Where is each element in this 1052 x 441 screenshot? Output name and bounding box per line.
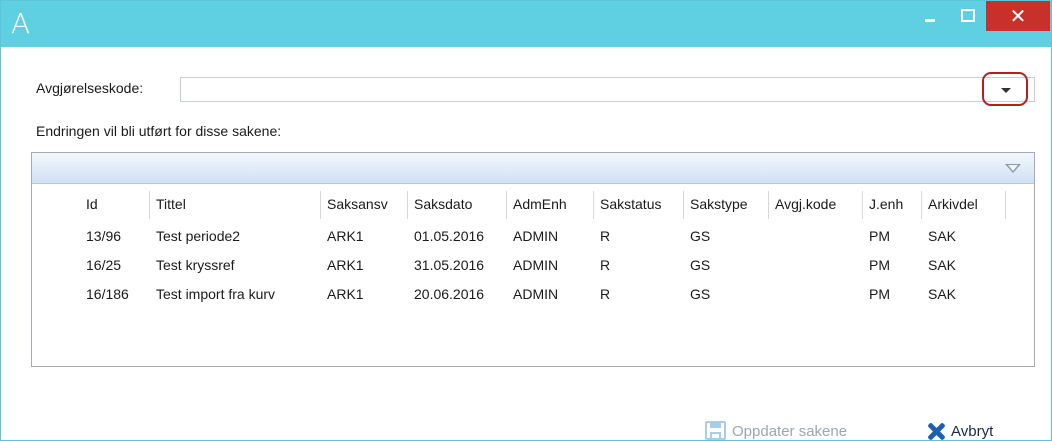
cancel-label: Avbryt <box>951 423 994 440</box>
grid-group-header <box>32 153 1034 184</box>
cell-owner: ARK1 <box>327 257 364 273</box>
cases-grid: Id Tittel Saksansv Saksdato AdmEnh Sakst… <box>31 152 1035 367</box>
maximize-button[interactable] <box>953 1 981 31</box>
column-header-status[interactable]: Sakstatus <box>594 191 684 219</box>
cell-title: Test kryssref <box>156 257 235 273</box>
column-header-j-unit[interactable]: J.enh <box>863 191 922 219</box>
cell-j-unit: PM <box>869 257 890 273</box>
cell-type: GS <box>690 286 711 302</box>
column-header-label: Avgj.kode <box>775 196 837 212</box>
column-header-decision-code[interactable]: Avgj.kode <box>769 191 863 219</box>
cell-archive: SAK <box>928 228 957 244</box>
cell-type: GS <box>690 257 711 273</box>
minimize-button[interactable] <box>916 1 944 31</box>
cell-j-unit: PM <box>869 286 890 302</box>
cell-owner: ARK1 <box>327 286 364 302</box>
column-header-label: Arkivdel <box>928 196 978 212</box>
column-header-adm-unit[interactable]: AdmEnh <box>507 191 594 219</box>
column-header-label: J.enh <box>869 196 904 212</box>
close-x-icon <box>927 422 945 440</box>
decision-code-combobox[interactable] <box>180 77 1035 102</box>
update-cases-label: Oppdater sakene <box>732 423 848 440</box>
cell-date: 31.05.2016 <box>414 257 485 273</box>
title-bar[interactable]: A ✕ <box>1 1 1051 47</box>
column-header-label: Saksansv <box>327 196 388 212</box>
cell-date: 01.05.2016 <box>414 228 485 244</box>
cell-adm-unit: ADMIN <box>513 228 559 244</box>
cell-status: R <box>600 257 611 273</box>
close-button[interactable]: ✕ <box>986 1 1050 31</box>
cell-title: Test periode2 <box>156 228 241 244</box>
dropdown-arrow-button[interactable] <box>982 72 1028 106</box>
cell-status: R <box>600 228 611 244</box>
column-header-archive[interactable]: Arkivdel <box>922 191 1006 219</box>
app-logo-icon: A <box>11 7 31 40</box>
column-header-id[interactable]: Id <box>80 191 150 219</box>
cell-adm-unit: ADMIN <box>513 257 559 273</box>
column-header-label: Sakstatus <box>600 196 662 212</box>
column-header-date[interactable]: Saksdato <box>408 191 507 219</box>
cell-title: Test import fra kurv <box>156 286 276 302</box>
column-header-type[interactable]: Sakstype <box>684 191 769 219</box>
column-header-label: Saksdato <box>414 196 473 212</box>
decision-code-label: Avgjørelseskode: <box>36 80 144 96</box>
cell-date: 20.06.2016 <box>414 286 485 302</box>
column-header-label: Id <box>86 196 98 212</box>
cell-archive: SAK <box>928 257 957 273</box>
cell-archive: SAK <box>928 286 957 302</box>
cell-type: GS <box>690 228 711 244</box>
cell-owner: ARK1 <box>327 228 364 244</box>
cell-id: 16/186 <box>86 286 129 302</box>
cell-j-unit: PM <box>869 228 890 244</box>
save-icon <box>705 421 726 440</box>
cell-id: 13/96 <box>86 228 122 244</box>
cases-label: Endringen vil bli utført for disse saken… <box>36 123 282 139</box>
column-header-label: Sakstype <box>690 196 748 212</box>
filter-dropdown-icon[interactable] <box>1005 164 1021 173</box>
cell-adm-unit: ADMIN <box>513 286 559 302</box>
column-header-title[interactable]: Tittel <box>150 191 321 219</box>
cell-status: R <box>600 286 611 302</box>
cell-id: 16/25 <box>86 257 122 273</box>
column-header-label: AdmEnh <box>513 196 567 212</box>
column-header-owner[interactable]: Saksansv <box>321 191 408 219</box>
column-header-label: Tittel <box>156 196 186 212</box>
